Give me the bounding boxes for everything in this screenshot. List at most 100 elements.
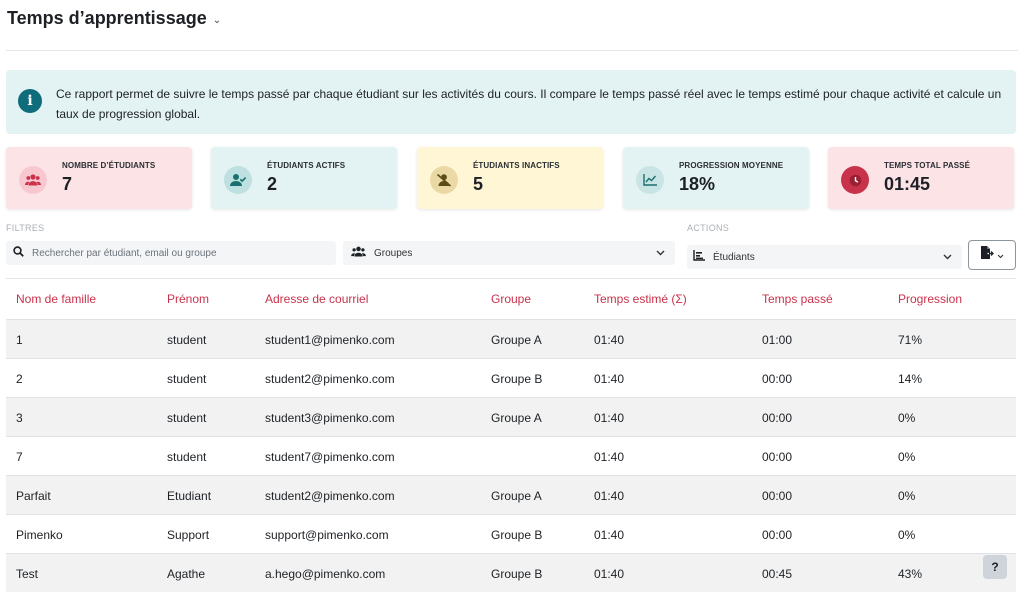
cell-progress: 43%	[898, 567, 923, 581]
cell-lastname: Test	[16, 567, 39, 581]
users-icon	[19, 166, 47, 194]
table-body: 1 student student1@pimenko.com Groupe A 01:4…	[6, 319, 1016, 592]
info-icon: i	[18, 89, 42, 113]
cell-group: Groupe A	[491, 333, 542, 347]
table-row[interactable]: 1 student student1@pimenko.com Groupe A 01:4…	[6, 319, 1016, 358]
cell-time-spent: 00:00	[762, 489, 793, 503]
cell-group: Groupe A	[491, 489, 542, 503]
table-row[interactable]: Pimenko Support support@pimenko.com Groupe …	[6, 514, 1016, 553]
cell-group: Groupe A	[491, 411, 542, 425]
chart-line-icon	[636, 166, 664, 194]
cell-group: Groupe B	[491, 528, 543, 542]
column-header-time-spent[interactable]: Temps passé	[762, 292, 833, 306]
stat-label: PROGRESSION MOYENNE	[679, 161, 784, 170]
user-check-icon	[224, 166, 252, 194]
table-row[interactable]: 7 student student7@pimenko.com 01:40 00:00 0%	[6, 436, 1016, 475]
cell-email: student2@pimenko.com	[265, 372, 395, 386]
cell-group: Groupe B	[491, 372, 543, 386]
cell-email: student2@pimenko.com	[265, 489, 395, 503]
stat-card-inactive: ÉTUDIANTS INACTIFS 5	[417, 147, 603, 209]
actions-label: ACTIONS	[687, 223, 730, 233]
column-header-lastname[interactable]: Nom de famille	[16, 292, 96, 306]
groups-select-value: Groupes	[374, 247, 413, 259]
stat-card-students: NOMBRE D’ÉTUDIANTS 7	[6, 147, 192, 209]
cell-time-spent: 00:00	[762, 372, 793, 386]
column-header-firstname[interactable]: Prénom	[167, 292, 209, 306]
cell-firstname: student	[167, 333, 207, 347]
cell-progress: 0%	[898, 489, 916, 503]
table-row[interactable]: Test Agathe a.hego@pimenko.com Groupe B 01:4…	[6, 553, 1016, 592]
cell-estimated-time: 01:40	[594, 372, 625, 386]
export-button[interactable]	[968, 240, 1016, 270]
table-row[interactable]: 3 student student3@pimenko.com Groupe A 01:4…	[6, 397, 1016, 436]
cell-estimated-time: 01:40	[594, 489, 625, 503]
cell-email: student7@pimenko.com	[265, 450, 395, 464]
file-export-icon	[980, 246, 994, 264]
clock-icon	[841, 166, 869, 194]
stat-label: ÉTUDIANTS INACTIFS	[473, 161, 560, 170]
groups-select[interactable]: Groupes	[343, 241, 675, 265]
cell-lastname: Pimenko	[16, 528, 63, 542]
column-header-email[interactable]: Adresse de courriel	[265, 292, 368, 306]
column-header-group[interactable]: Groupe	[491, 292, 531, 306]
users-icon	[351, 246, 366, 260]
cell-email: a.hego@pimenko.com	[265, 567, 386, 581]
stat-value: 2	[267, 174, 278, 194]
search-icon	[13, 244, 24, 262]
page-title[interactable]: Temps d’apprentissage ⌄	[7, 8, 221, 29]
stat-card-progress: PROGRESSION MOYENNE 18%	[623, 147, 809, 209]
cell-lastname: Parfait	[16, 489, 51, 503]
stat-value: 01:45	[884, 174, 931, 194]
stat-card-active: ÉTUDIANTS ACTIFS 2	[211, 147, 397, 209]
chevron-down-icon	[997, 246, 1004, 264]
cell-firstname: Etudiant	[167, 489, 212, 503]
stat-value: 7	[62, 174, 73, 194]
table-row[interactable]: 2 student student2@pimenko.com Groupe B 01:4…	[6, 358, 1016, 397]
search-input[interactable]	[32, 247, 322, 259]
cell-firstname: Agathe	[167, 567, 206, 581]
column-header-estimated-time[interactable]: Temps estimé (Σ)	[594, 292, 687, 306]
cell-progress: 71%	[898, 333, 923, 347]
cell-email: student1@pimenko.com	[265, 333, 395, 347]
view-select-value: Étudiants	[713, 251, 755, 263]
cell-time-spent: 00:00	[762, 411, 793, 425]
view-select[interactable]: Étudiants	[687, 245, 962, 269]
cell-estimated-time: 01:40	[594, 411, 625, 425]
cell-lastname: 2	[16, 372, 23, 386]
cell-lastname: 1	[16, 333, 23, 347]
cell-firstname: student	[167, 372, 207, 386]
cell-time-spent: 01:00	[762, 333, 793, 347]
help-button[interactable]: ?	[983, 555, 1007, 579]
stat-value: 5	[473, 174, 484, 194]
stat-label: NOMBRE D’ÉTUDIANTS	[62, 161, 156, 170]
stat-card-total-time: TEMPS TOTAL PASSÉ 01:45	[828, 147, 1014, 209]
cell-group: Groupe B	[491, 567, 543, 581]
chevron-down-icon: ⌄	[212, 15, 222, 26]
cell-estimated-time: 01:40	[594, 567, 625, 581]
cell-progress: 0%	[898, 411, 916, 425]
cell-estimated-time: 01:40	[594, 450, 625, 464]
chevron-down-icon	[943, 252, 952, 262]
cell-estimated-time: 01:40	[594, 333, 625, 347]
cell-time-spent: 00:00	[762, 528, 793, 542]
stat-label: TEMPS TOTAL PASSÉ	[884, 161, 971, 170]
filters-label: FILTRES	[6, 223, 45, 233]
search-field[interactable]	[6, 241, 336, 265]
cell-firstname: student	[167, 411, 207, 425]
cell-time-spent: 00:45	[762, 567, 793, 581]
bar-chart-icon	[693, 250, 705, 264]
cell-email: support@pimenko.com	[265, 528, 389, 542]
page-title-text: Temps d’apprentissage	[7, 8, 207, 28]
chevron-down-icon	[656, 248, 665, 258]
cell-email: student3@pimenko.com	[265, 411, 395, 425]
cell-firstname: student	[167, 450, 207, 464]
cell-progress: 14%	[898, 372, 923, 386]
user-slash-icon	[430, 166, 458, 194]
divider	[6, 50, 1018, 51]
table-row[interactable]: Parfait Etudiant student2@pimenko.com Group…	[6, 475, 1016, 514]
stat-cards: NOMBRE D’ÉTUDIANTS 7 ÉTUDIANTS ACTIFS 2 …	[6, 147, 1016, 209]
stat-label: ÉTUDIANTS ACTIFS	[267, 161, 346, 170]
table-header: Nom de famille Prénom Adresse de courrie…	[6, 279, 1016, 318]
column-header-progress[interactable]: Progression	[898, 292, 962, 306]
cell-lastname: 3	[16, 411, 23, 425]
